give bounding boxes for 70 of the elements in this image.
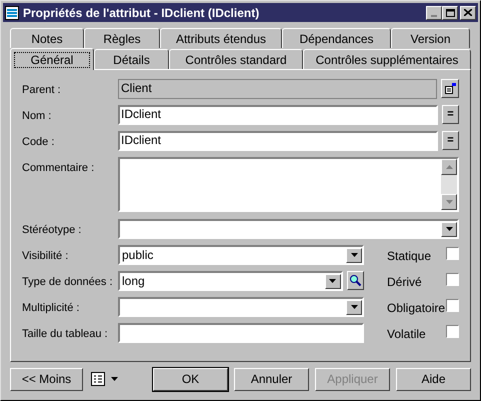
tab[interactable]: Version [391,28,470,48]
field-label: Commentaire : [22,161,96,176]
dropdown-value: long [122,273,145,290]
input-field[interactable]: IDclient [118,105,438,125]
tab[interactable]: Contrôles standard [169,49,303,69]
field-label: Type de données : [22,275,114,290]
scroll-up-button[interactable] [441,159,457,175]
window-title: Propriétés de l'attribut - IDclient (IDclient) [23,4,260,22]
dialog-button[interactable]: OK [153,368,228,390]
dropdown-field[interactable]: public [118,245,364,265]
caret-icon [350,253,358,257]
less-button[interactable]: << Moins [10,368,83,390]
maximize-icon [446,8,454,16]
tab[interactable]: Détails [94,49,169,69]
close-button[interactable] [460,6,476,20]
checkbox-label: Dérivé [387,274,422,291]
tab[interactable]: Attributs étendus [160,28,282,48]
field-label: Nom : [22,109,52,124]
field-label: Stéréotype : [22,223,82,238]
checkbox-label: Obligatoire [387,300,446,317]
checkbox[interactable] [446,299,459,312]
minimize-button[interactable] [426,6,442,20]
dropdown-button[interactable] [346,300,362,314]
close-icon [464,9,472,16]
checkbox[interactable] [446,325,459,338]
up-arrow-icon [446,165,452,169]
down-arrow-icon [446,200,452,204]
dialog-button[interactable]: Aide [396,368,471,390]
dropdown-button[interactable] [346,248,362,262]
input-field[interactable]: IDclient [118,131,438,151]
checkbox[interactable] [446,247,459,260]
browse-button[interactable] [346,271,364,290]
properties-icon [444,83,456,94]
field-label: Visibilité : [22,249,70,264]
equals-button[interactable]: = [442,131,459,150]
equals-button[interactable]: = [442,105,459,124]
parent-field: Client [118,79,437,99]
comment-field[interactable] [118,157,459,212]
dropdown-field[interactable] [118,219,459,239]
properties-button[interactable] [441,79,459,98]
checkbox[interactable] [446,273,459,286]
input-field[interactable] [118,323,364,343]
dropdown-field[interactable] [118,297,364,317]
dropdown-field[interactable]: long [118,271,343,291]
caret-icon [111,377,118,381]
tab[interactable]: Général [10,48,94,70]
scroll-down-button[interactable] [441,194,457,210]
field-label: Parent : [22,83,62,98]
tab[interactable]: Notes [10,28,84,48]
window-icon [5,6,19,20]
field-label: Multiplicité : [22,301,80,316]
maximize-button[interactable] [442,6,458,20]
checkbox-label: Statique [387,248,432,265]
dropdown-value: public [122,247,154,264]
field-label: Code : [22,135,56,150]
minimize-icon [431,14,437,16]
magnifier-icon [348,274,362,287]
list-icon [91,372,105,386]
dropdown-button[interactable] [324,274,341,288]
checkbox-label: Volatile [387,326,426,343]
tab[interactable]: Dépendances [282,28,391,48]
tab[interactable]: Contrôles supplémentaires [303,49,471,69]
caret-icon [329,279,336,283]
dropdown-button[interactable] [441,222,457,236]
caret-icon [350,305,358,309]
field-label: Taille du tableau : [22,327,109,342]
dialog-button[interactable]: Annuler [234,368,309,390]
list-menu-button[interactable] [91,372,118,386]
tab[interactable]: Règles [84,28,160,48]
caret-icon [446,227,452,231]
